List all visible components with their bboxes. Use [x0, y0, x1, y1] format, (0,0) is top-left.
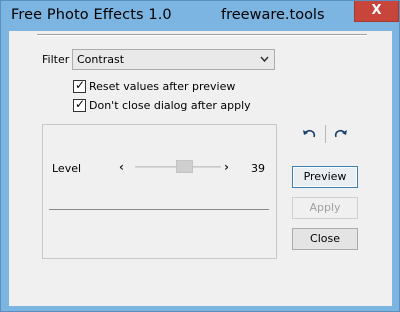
- panel-divider: [49, 209, 269, 210]
- title-bar[interactable]: Free Photo Effects 1.0 freeware.tools X: [1, 1, 399, 31]
- dont-close-option[interactable]: ✓ Don't close dialog after apply: [73, 97, 251, 112]
- reset-values-checkbox[interactable]: ✓: [73, 78, 86, 93]
- window-close-button[interactable]: X: [354, 1, 399, 22]
- reset-values-label: Reset values after preview: [89, 80, 236, 93]
- filter-selected-value: Contrast: [77, 53, 125, 66]
- chevron-down-icon: [260, 50, 269, 76]
- chevron-left-icon[interactable]: ‹: [119, 160, 124, 174]
- filter-dropdown[interactable]: Contrast: [72, 49, 275, 70]
- settings-panel: Level ‹ › 39: [42, 124, 277, 259]
- checkmark-icon: ✓: [75, 97, 86, 111]
- reset-values-option[interactable]: ✓ Reset values after preview: [73, 78, 236, 93]
- level-slider[interactable]: [135, 160, 221, 174]
- level-value: 39: [251, 162, 265, 175]
- dont-close-checkbox[interactable]: ✓: [73, 97, 86, 112]
- dialog-body: Filter Contrast ✓ Reset values after pre…: [9, 31, 392, 306]
- top-divider-highlight: [37, 35, 367, 36]
- checkmark-icon: ✓: [75, 78, 86, 92]
- dialog-window: Free Photo Effects 1.0 freeware.tools X …: [0, 0, 400, 312]
- brand-label: freeware.tools: [221, 7, 325, 23]
- toolbar-divider: [325, 125, 326, 143]
- apply-button[interactable]: Apply: [292, 197, 358, 219]
- undo-icon[interactable]: [301, 127, 317, 143]
- close-button[interactable]: Close: [292, 228, 358, 250]
- preview-button[interactable]: Preview: [292, 166, 358, 188]
- chevron-right-icon[interactable]: ›: [224, 160, 229, 174]
- window-title: Free Photo Effects 1.0: [11, 7, 172, 23]
- filter-label: Filter: [42, 53, 70, 66]
- slider-thumb[interactable]: [176, 160, 193, 173]
- level-label: Level: [52, 162, 82, 175]
- dont-close-label: Don't close dialog after apply: [89, 99, 251, 112]
- redo-icon[interactable]: [333, 127, 349, 143]
